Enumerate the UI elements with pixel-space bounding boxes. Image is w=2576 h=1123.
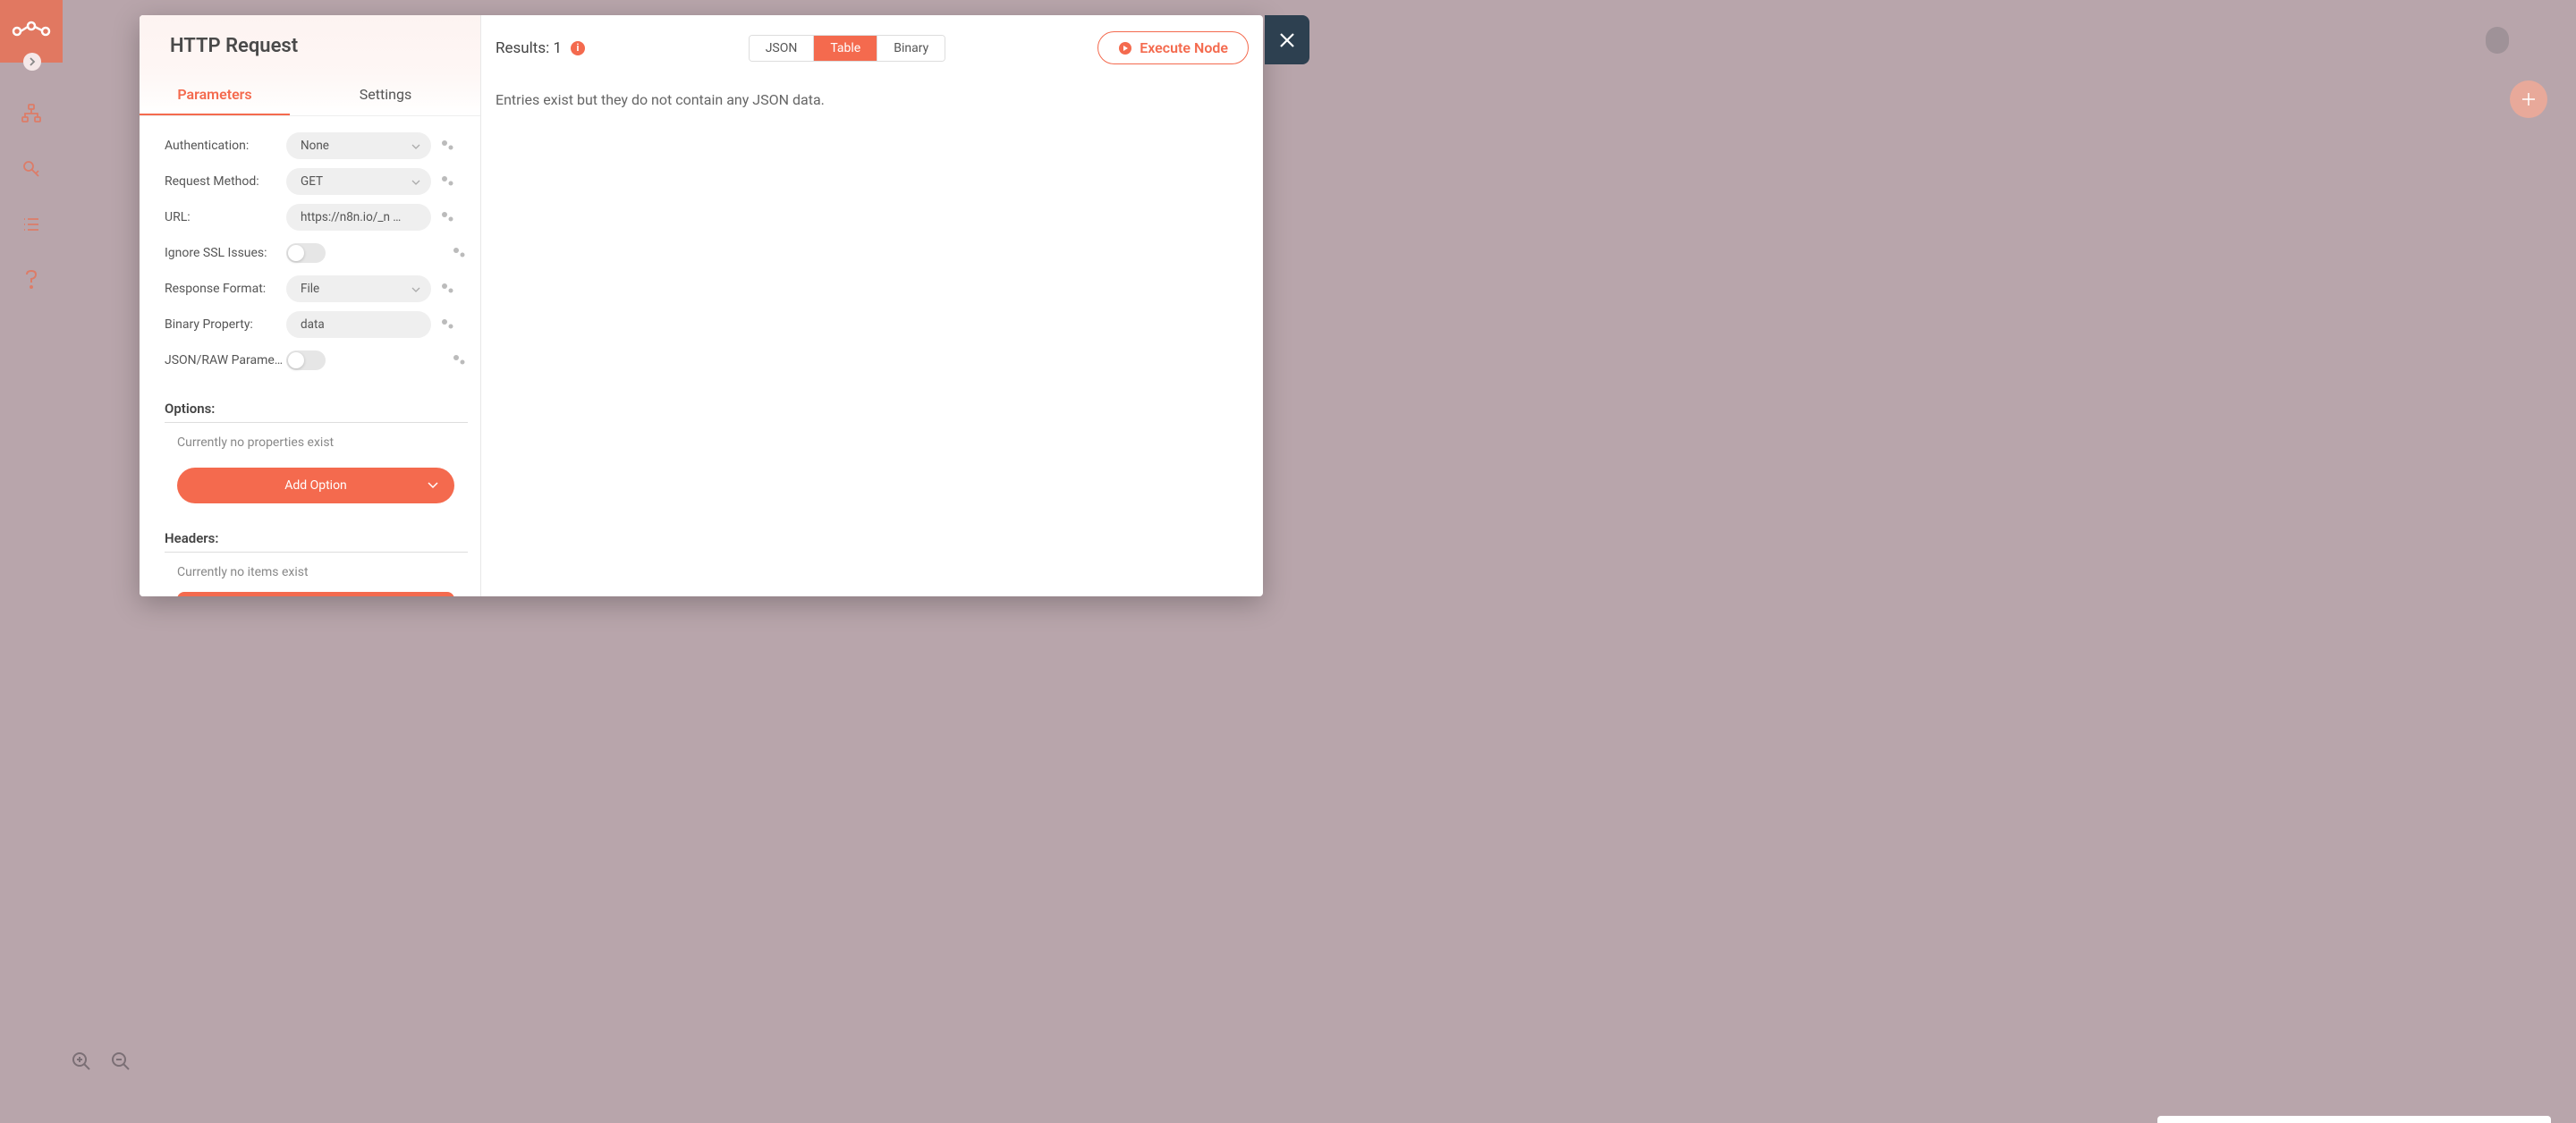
plus-icon — [2520, 90, 2538, 108]
field-binary-property: Binary Property: data — [165, 311, 468, 338]
gear-icon — [439, 138, 455, 154]
add-option-button[interactable]: Add Option — [177, 468, 454, 503]
field-json-raw: JSON/RAW Parame… — [165, 347, 468, 374]
select-request-method[interactable]: GET — [286, 168, 431, 195]
zoom-in-button[interactable] — [72, 1051, 91, 1075]
execute-node-label: Execute Node — [1140, 39, 1228, 56]
field-request-method: Request Method: GET — [165, 168, 468, 195]
sidebar-item-help[interactable] — [0, 252, 63, 308]
app-logo[interactable] — [0, 0, 63, 63]
sidebar-item-credentials[interactable] — [0, 141, 63, 197]
value-url: https://n8n.io/_n … — [301, 210, 401, 224]
zoom-controls — [72, 1051, 131, 1075]
help-icon — [23, 270, 39, 290]
chevron-down-icon — [428, 478, 438, 493]
value-request-method: GET — [301, 174, 323, 189]
options-response-format[interactable] — [438, 280, 456, 298]
workflow-active-toggle[interactable] — [2486, 27, 2509, 54]
info-icon[interactable]: i — [571, 41, 585, 55]
headers-empty-text: Currently no items exist — [165, 553, 468, 592]
tab-parameters[interactable]: Parameters — [140, 73, 290, 115]
options-authentication[interactable] — [438, 137, 456, 155]
options-binary-property[interactable] — [438, 316, 456, 334]
zoom-in-icon — [72, 1051, 91, 1071]
add-header-button[interactable] — [177, 592, 454, 596]
gear-icon — [439, 209, 455, 225]
config-tabs: Parameters Settings — [140, 73, 480, 116]
gear-icon — [451, 352, 467, 368]
chevron-down-icon — [411, 282, 420, 296]
node-output-panel: Results: 1 i JSON Table Binary Execute N… — [481, 15, 1263, 596]
options-section-header: Options: — [165, 401, 468, 423]
sidebar-expand-toggle[interactable] — [23, 53, 41, 71]
field-ignore-ssl: Ignore SSL Issues: — [165, 240, 468, 266]
sidebar-item-executions[interactable] — [0, 197, 63, 252]
results-toolbar: Results: 1 i JSON Table Binary Execute N… — [496, 31, 1249, 64]
zoom-out-icon — [111, 1051, 131, 1071]
label-request-method: Request Method: — [165, 174, 286, 189]
tab-settings[interactable]: Settings — [290, 73, 481, 115]
results-message: Entries exist but they do not contain an… — [496, 91, 1249, 108]
results-count: Results: 1 — [496, 39, 562, 57]
gear-icon — [451, 245, 467, 261]
node-title: HTTP Request — [170, 35, 459, 57]
list-icon — [22, 215, 40, 233]
headers-section-header: Headers: — [165, 530, 468, 553]
output-view-toggle: JSON Table Binary — [749, 35, 946, 62]
chevron-down-icon — [411, 174, 420, 189]
gear-icon — [439, 317, 455, 333]
select-authentication[interactable]: None — [286, 132, 431, 159]
options-request-method[interactable] — [438, 173, 456, 190]
value-authentication: None — [301, 139, 329, 153]
close-modal-button[interactable] — [1265, 15, 1309, 64]
view-json-button[interactable]: JSON — [750, 36, 815, 61]
field-response-format: Response Format: File — [165, 275, 468, 302]
gear-icon — [439, 173, 455, 190]
zoom-out-button[interactable] — [111, 1051, 131, 1075]
label-authentication: Authentication: — [165, 139, 286, 153]
close-icon — [1277, 30, 1297, 50]
options-json-raw[interactable] — [450, 351, 468, 369]
execute-node-button[interactable]: Execute Node — [1097, 31, 1249, 64]
add-option-label: Add Option — [284, 478, 347, 493]
app-sidebar — [0, 0, 63, 1123]
value-response-format: File — [301, 282, 319, 296]
input-url[interactable]: https://n8n.io/_n … — [286, 204, 431, 231]
view-table-button[interactable]: Table — [814, 36, 877, 61]
key-icon — [22, 160, 40, 178]
label-response-format: Response Format: — [165, 282, 286, 296]
chevron-right-icon — [28, 57, 37, 66]
value-binary-property: data — [301, 317, 325, 332]
label-json-raw: JSON/RAW Parame… — [165, 353, 286, 367]
label-binary-property: Binary Property: — [165, 317, 286, 332]
sidebar-item-workflows[interactable] — [0, 86, 63, 141]
options-empty-text: Currently no properties exist — [165, 423, 468, 462]
modal-header: HTTP Request — [140, 15, 480, 73]
view-binary-button[interactable]: Binary — [877, 36, 945, 61]
toggle-json-raw[interactable] — [286, 350, 326, 370]
parameters-form: Authentication: None Request Method: GET — [140, 116, 480, 596]
bottom-panel-edge — [2157, 1116, 2551, 1123]
label-url: URL: — [165, 210, 286, 224]
field-authentication: Authentication: None — [165, 132, 468, 159]
play-icon — [1118, 41, 1132, 55]
select-response-format[interactable]: File — [286, 275, 431, 302]
node-config-panel: HTTP Request Parameters Settings Authent… — [140, 15, 481, 596]
field-url: URL: https://n8n.io/_n … — [165, 204, 468, 231]
node-editor-modal: HTTP Request Parameters Settings Authent… — [140, 15, 1263, 596]
gear-icon — [439, 281, 455, 297]
options-ignore-ssl[interactable] — [450, 244, 468, 262]
add-node-fab[interactable] — [2510, 80, 2547, 118]
n8n-logo-icon — [12, 21, 51, 42]
workflow-icon — [21, 104, 41, 123]
toggle-ignore-ssl[interactable] — [286, 243, 326, 263]
input-binary-property[interactable]: data — [286, 311, 431, 338]
label-ignore-ssl: Ignore SSL Issues: — [165, 246, 286, 260]
chevron-down-icon — [411, 139, 420, 153]
options-url[interactable] — [438, 208, 456, 226]
